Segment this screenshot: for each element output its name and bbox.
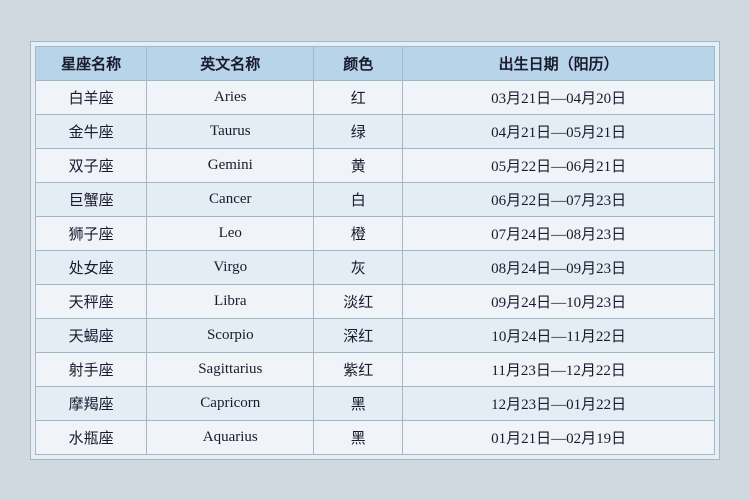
cell-color: 紫红 [314, 352, 403, 386]
cell-chinese: 水瓶座 [36, 420, 147, 454]
header-english: 英文名称 [147, 46, 314, 80]
cell-color: 绿 [314, 114, 403, 148]
cell-color: 橙 [314, 216, 403, 250]
cell-date: 05月22日—06月21日 [403, 148, 715, 182]
cell-chinese: 射手座 [36, 352, 147, 386]
table-row: 双子座Gemini黄05月22日—06月21日 [36, 148, 715, 182]
cell-date: 08月24日—09月23日 [403, 250, 715, 284]
cell-date: 04月21日—05月21日 [403, 114, 715, 148]
cell-date: 11月23日—12月22日 [403, 352, 715, 386]
cell-chinese: 摩羯座 [36, 386, 147, 420]
header-date: 出生日期（阳历） [403, 46, 715, 80]
cell-english: Aquarius [147, 420, 314, 454]
table-row: 摩羯座Capricorn黑12月23日—01月22日 [36, 386, 715, 420]
cell-english: Leo [147, 216, 314, 250]
cell-date: 07月24日—08月23日 [403, 216, 715, 250]
cell-chinese: 巨蟹座 [36, 182, 147, 216]
header-chinese: 星座名称 [36, 46, 147, 80]
cell-color: 红 [314, 80, 403, 114]
table-header-row: 星座名称 英文名称 颜色 出生日期（阳历） [36, 46, 715, 80]
cell-color: 深红 [314, 318, 403, 352]
table-row: 射手座Sagittarius紫红11月23日—12月22日 [36, 352, 715, 386]
zodiac-table-container: 星座名称 英文名称 颜色 出生日期（阳历） 白羊座Aries红03月21日—04… [30, 41, 720, 460]
cell-english: Scorpio [147, 318, 314, 352]
cell-color: 黑 [314, 420, 403, 454]
cell-color: 白 [314, 182, 403, 216]
cell-date: 09月24日—10月23日 [403, 284, 715, 318]
cell-chinese: 双子座 [36, 148, 147, 182]
header-color: 颜色 [314, 46, 403, 80]
cell-english: Capricorn [147, 386, 314, 420]
table-row: 天秤座Libra淡红09月24日—10月23日 [36, 284, 715, 318]
table-row: 天蝎座Scorpio深红10月24日—11月22日 [36, 318, 715, 352]
cell-chinese: 天秤座 [36, 284, 147, 318]
cell-chinese: 处女座 [36, 250, 147, 284]
table-row: 白羊座Aries红03月21日—04月20日 [36, 80, 715, 114]
cell-color: 黄 [314, 148, 403, 182]
cell-english: Cancer [147, 182, 314, 216]
table-row: 水瓶座Aquarius黑01月21日—02月19日 [36, 420, 715, 454]
table-row: 巨蟹座Cancer白06月22日—07月23日 [36, 182, 715, 216]
cell-english: Virgo [147, 250, 314, 284]
cell-date: 03月21日—04月20日 [403, 80, 715, 114]
table-row: 金牛座Taurus绿04月21日—05月21日 [36, 114, 715, 148]
cell-english: Sagittarius [147, 352, 314, 386]
table-row: 处女座Virgo灰08月24日—09月23日 [36, 250, 715, 284]
cell-color: 黑 [314, 386, 403, 420]
cell-date: 01月21日—02月19日 [403, 420, 715, 454]
cell-chinese: 白羊座 [36, 80, 147, 114]
zodiac-table: 星座名称 英文名称 颜色 出生日期（阳历） 白羊座Aries红03月21日—04… [35, 46, 715, 455]
cell-english: Gemini [147, 148, 314, 182]
cell-date: 12月23日—01月22日 [403, 386, 715, 420]
table-row: 狮子座Leo橙07月24日—08月23日 [36, 216, 715, 250]
cell-date: 06月22日—07月23日 [403, 182, 715, 216]
cell-color: 淡红 [314, 284, 403, 318]
cell-chinese: 天蝎座 [36, 318, 147, 352]
cell-chinese: 金牛座 [36, 114, 147, 148]
cell-date: 10月24日—11月22日 [403, 318, 715, 352]
cell-chinese: 狮子座 [36, 216, 147, 250]
cell-english: Taurus [147, 114, 314, 148]
cell-english: Aries [147, 80, 314, 114]
cell-color: 灰 [314, 250, 403, 284]
cell-english: Libra [147, 284, 314, 318]
